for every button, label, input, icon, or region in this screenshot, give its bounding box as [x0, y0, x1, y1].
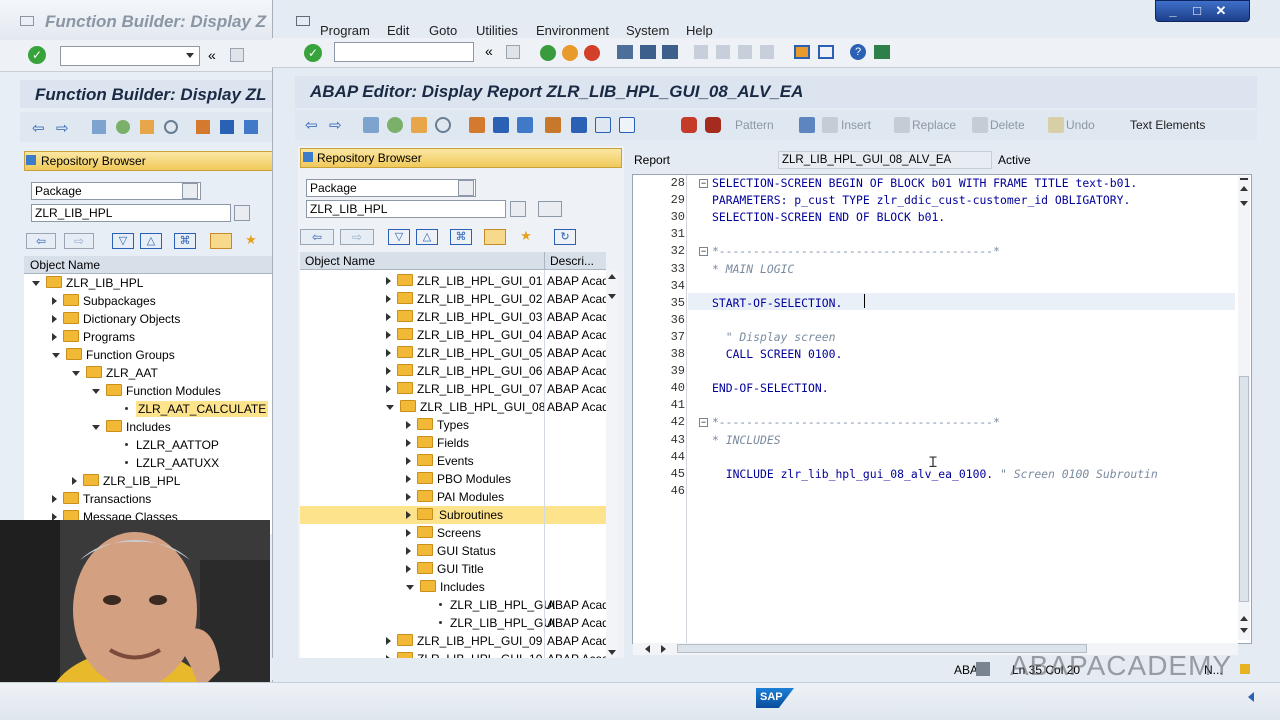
line-number: 37	[670, 330, 685, 344]
code-line-text: " Display screen	[712, 330, 836, 344]
bottom-bar	[0, 682, 1280, 720]
code-line-text: *---------------------------------------…	[712, 415, 1001, 429]
fold-toggle-icon[interactable]: −	[699, 179, 708, 188]
scroll-thumb[interactable]	[1239, 376, 1249, 602]
code-line-text: SELECTION-SCREEN END OF BLOCK b01.	[712, 210, 946, 224]
line-number: 42	[670, 415, 685, 429]
code-line-text: START-OF-SELECTION.	[712, 296, 843, 310]
line-number: 39	[670, 364, 685, 378]
code-line[interactable]: *---------------------------------------…	[712, 415, 1000, 429]
line-number: 32	[670, 244, 685, 258]
scroll-bottom-icon[interactable]	[608, 650, 616, 655]
line-number: 38	[670, 347, 685, 361]
code-line[interactable]: SELECTION-SCREEN END OF BLOCK b01.	[712, 210, 945, 224]
code-line[interactable]: END-OF-SELECTION.	[712, 381, 829, 395]
line-number: 41	[670, 398, 685, 412]
line-number: 46	[670, 484, 685, 498]
fold-toggle-icon[interactable]: −	[699, 247, 708, 256]
text-cursor	[864, 294, 865, 308]
line-number: 35	[670, 296, 685, 310]
code-line[interactable]: CALL SCREEN 0100.	[712, 347, 843, 361]
code-line[interactable]: " Display screen	[712, 330, 836, 344]
scroll-page-down-icon[interactable]	[1240, 628, 1248, 633]
line-number: 36	[670, 313, 685, 327]
code-line-text: SELECTION-SCREEN BEGIN OF BLOCK b01 WITH…	[712, 176, 1138, 190]
code-line-text: PARAMETERS: p_cust TYPE zlr_ddic_cust-cu…	[712, 193, 1131, 207]
watermark: ABAPACADEMY	[1010, 650, 1233, 681]
code-line[interactable]: *---------------------------------------…	[712, 244, 1000, 258]
code-line-text: *---------------------------------------…	[712, 244, 1001, 258]
scroll-page-up-icon[interactable]	[1240, 616, 1248, 621]
line-number: 43	[670, 433, 685, 447]
scroll-left-icon[interactable]	[645, 645, 650, 653]
line-number: 30	[670, 210, 685, 224]
status-lock-icon	[1240, 664, 1250, 674]
code-lines: 28− SELECTION-SCREEN BEGIN OF BLOCK b01 W…	[0, 0, 1236, 643]
line-number: 33	[670, 262, 685, 276]
inline-comment: " Screen 0100 Subroutin	[993, 467, 1158, 481]
code-line[interactable]: START-OF-SELECTION.	[712, 296, 842, 310]
code-line-text: * MAIN LOGIC	[712, 262, 795, 276]
code-line[interactable]: SELECTION-SCREEN BEGIN OF BLOCK b01 WITH…	[712, 176, 1137, 190]
ibeam-cursor-icon: Ｉ	[926, 454, 940, 470]
code-line-text: INCLUDE zlr_lib_hpl_gui_08_alv_ea_0100.	[712, 467, 994, 481]
line-number: 31	[670, 227, 685, 241]
line-number: 40	[670, 381, 685, 395]
line-number: 29	[670, 193, 685, 207]
code-line[interactable]: * MAIN LOGIC	[712, 262, 794, 276]
scroll-up-icon[interactable]	[1240, 186, 1248, 191]
code-line[interactable]: PARAMETERS: p_cust TYPE zlr_ddic_cust-cu…	[712, 193, 1130, 207]
status-toggle-icon[interactable]	[1248, 692, 1254, 702]
line-number: 44	[670, 450, 685, 464]
line-number: 28	[670, 176, 685, 190]
status-icon	[976, 662, 990, 676]
code-line-text: CALL SCREEN 0100.	[712, 347, 843, 361]
editor-vertical-scrollbar[interactable]	[1238, 176, 1250, 640]
fold-toggle-icon[interactable]: −	[699, 418, 708, 427]
code-line-text: * INCLUDES	[712, 433, 781, 447]
code-line-text: END-OF-SELECTION.	[712, 381, 829, 395]
scroll-down-icon[interactable]	[1240, 201, 1248, 206]
line-number: 34	[670, 279, 685, 293]
code-line[interactable]: * INCLUDES	[712, 433, 781, 447]
line-number: 45	[670, 467, 685, 481]
scroll-top-icon[interactable]	[1240, 178, 1248, 180]
scroll-right-icon[interactable]	[661, 645, 666, 653]
